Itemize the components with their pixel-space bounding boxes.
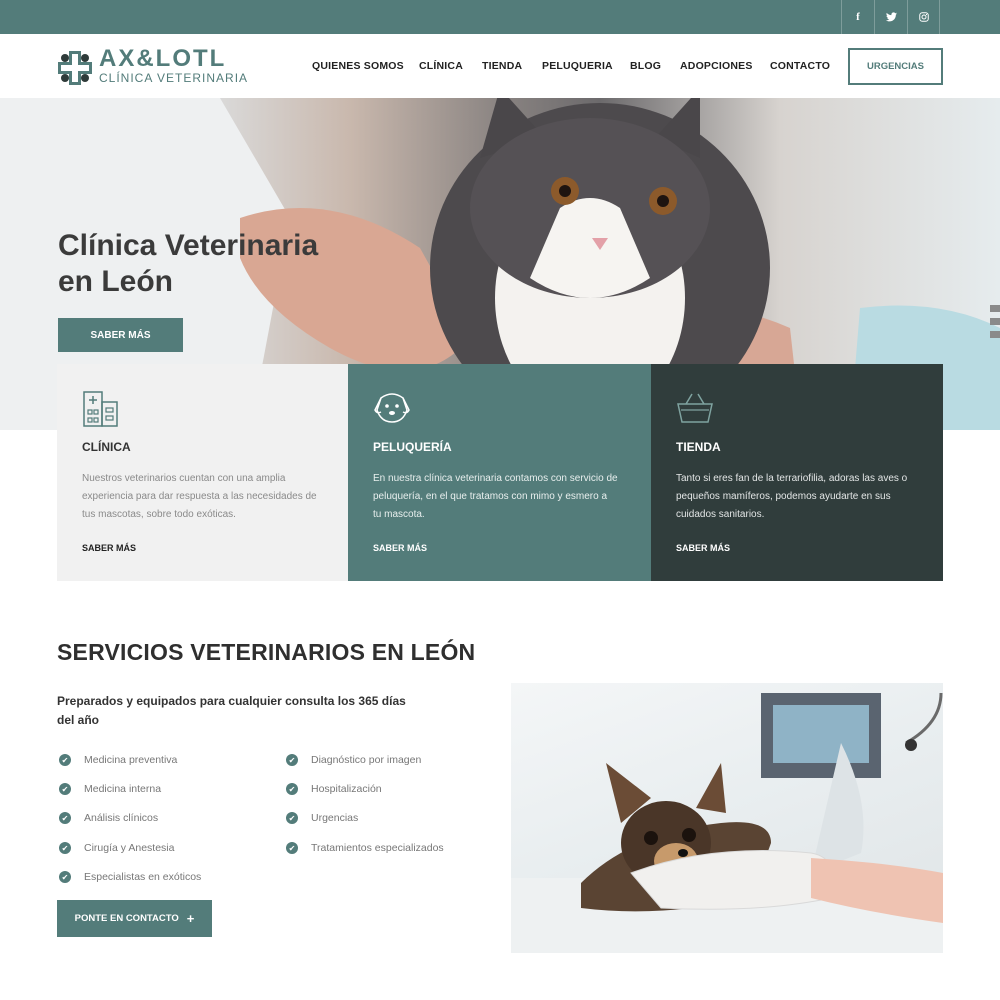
- feature-title: CLÍNICA: [82, 440, 131, 454]
- services-subtitle: Preparados y equipados para cualquier co…: [57, 694, 406, 727]
- service-item: ✔ Tratamientos especializados: [286, 842, 444, 854]
- feature-text: Nuestros veterinarios cuentan con una am…: [82, 473, 317, 520]
- facebook-glyph: f: [856, 11, 860, 23]
- service-item: ✔ Hospitalización: [286, 783, 382, 795]
- service-item: ✔ Medicina preventiva: [59, 754, 177, 766]
- service-item: ✔ Diagnóstico por imagen: [286, 754, 421, 766]
- facebook-icon[interactable]: f: [841, 0, 874, 34]
- check-icon: ✔: [59, 812, 71, 824]
- hero-title-line1: Clínica Veterinaria: [58, 229, 319, 262]
- urgencias-button[interactable]: URGENCIAS: [848, 48, 943, 85]
- chihuahua-illustration: [511, 692, 943, 953]
- slider-nav-handle[interactable]: [990, 305, 1000, 312]
- nav-contacto[interactable]: CONTACTO: [770, 60, 830, 72]
- site-header: AX&LOTL CLÍNICA VETERINARIA QUIENES SOMO…: [0, 34, 1000, 98]
- check-icon: ✔: [286, 812, 298, 824]
- hospital-icon: [83, 391, 118, 427]
- feature-box-clinica: CLÍNICA Nuestros veterinarios cuentan co…: [57, 364, 348, 581]
- service-label: Urgencias: [311, 812, 359, 824]
- service-label: Medicina interna: [84, 783, 162, 795]
- top-bar: f: [0, 0, 1000, 34]
- twitter-bird-glyph: [885, 12, 897, 22]
- feature-box-peluqueria: PELUQUERÍA En nuestra clínica veterinari…: [348, 364, 651, 581]
- slider-nav-handle[interactable]: [990, 331, 1000, 338]
- feature-text: En nuestra clínica veterinaria contamos …: [373, 473, 618, 520]
- check-icon: ✔: [59, 871, 71, 883]
- nav-blog[interactable]: BLOG: [630, 60, 661, 72]
- service-label: Hospitalización: [311, 783, 382, 795]
- check-icon: ✔: [59, 783, 71, 795]
- check-icon: ✔: [59, 754, 71, 766]
- nav-quienes-somos[interactable]: QUIENES SOMOS: [312, 60, 404, 72]
- hero-saber-mas-button[interactable]: SABER MÁS: [58, 318, 183, 352]
- instagram-glyph: [918, 12, 929, 22]
- slider-nav-handle[interactable]: [990, 318, 1000, 325]
- brand-name: AX&LOTL: [99, 45, 227, 72]
- instagram-icon[interactable]: [907, 0, 940, 34]
- check-icon: ✔: [286, 754, 298, 766]
- twitter-icon[interactable]: [874, 0, 907, 34]
- feature-saber-mas-link[interactable]: SABER MÁS: [676, 543, 730, 553]
- brand-subtitle: CLÍNICA VETERINARIA: [99, 71, 249, 85]
- service-item: ✔ Urgencias: [286, 812, 358, 824]
- feature-saber-mas-link[interactable]: SABER MÁS: [82, 543, 136, 553]
- basket-icon: [677, 393, 713, 423]
- nav-adopciones[interactable]: ADOPCIONES: [680, 60, 753, 72]
- dog-face-icon: [374, 393, 410, 423]
- service-item: ✔ Medicina interna: [59, 783, 161, 795]
- service-label: Tratamientos especializados: [311, 842, 444, 854]
- hero-title: Clínica Veterinaria en León: [58, 228, 318, 300]
- nav-tienda[interactable]: TIENDA: [482, 60, 522, 72]
- plus-icon: +: [186, 911, 195, 926]
- hero-title-line2: en León: [58, 265, 174, 298]
- feature-title: PELUQUERÍA: [373, 440, 452, 454]
- nav-clinica[interactable]: CLÍNICA: [419, 60, 463, 72]
- service-item: ✔ Análisis clínicos: [59, 812, 158, 824]
- feature-title: TIENDA: [676, 440, 721, 454]
- service-label: Cirugía y Anestesia: [84, 842, 175, 854]
- contact-button[interactable]: PONTE EN CONTACTO +: [57, 900, 212, 937]
- feature-text: Tanto si eres fan de la terrariofilia, a…: [676, 473, 908, 520]
- brand-logo[interactable]: AX&LOTL CLÍNICA VETERINARIA: [57, 45, 249, 88]
- check-icon: ✔: [286, 783, 298, 795]
- services-title: SERVICIOS VETERINARIOS EN LEÓN: [57, 639, 476, 665]
- cross-paw-logo-icon: [58, 51, 92, 85]
- feature-saber-mas-link[interactable]: SABER MÁS: [373, 543, 427, 553]
- service-label: Especialistas en exóticos: [84, 871, 202, 883]
- check-icon: ✔: [286, 842, 298, 854]
- service-label: Diagnóstico por imagen: [311, 754, 422, 766]
- service-item: ✔ Especialistas en exóticos: [59, 871, 201, 883]
- check-icon: ✔: [59, 842, 71, 854]
- service-item: ✔ Cirugía y Anestesia: [59, 842, 174, 854]
- chihuahua-vet-photo: [511, 683, 943, 953]
- contact-button-label: PONTE EN CONTACTO: [74, 913, 179, 924]
- feature-box-tienda: TIENDA Tanto si eres fan de la terrariof…: [651, 364, 943, 581]
- service-label: Análisis clínicos: [84, 812, 159, 824]
- service-label: Medicina preventiva: [84, 754, 178, 766]
- nav-peluqueria[interactable]: PELUQUERIA: [542, 60, 613, 72]
